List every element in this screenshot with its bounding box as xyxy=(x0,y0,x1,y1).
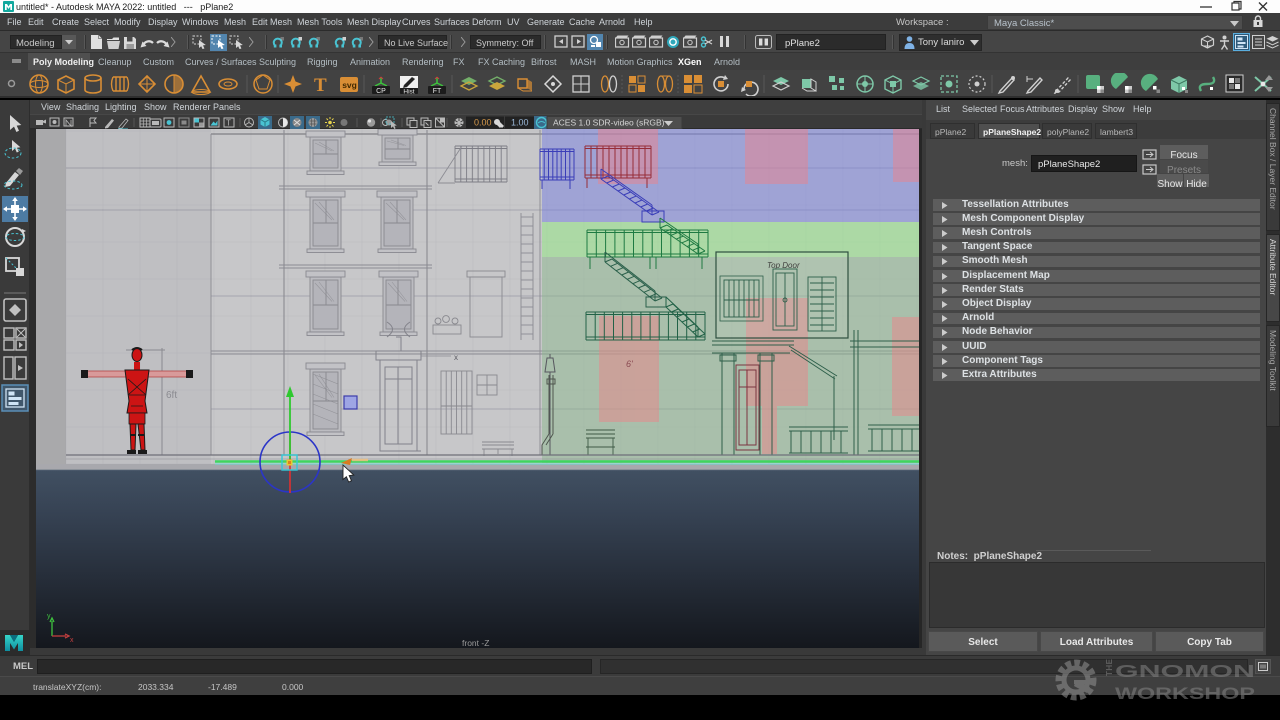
svg-text:x: x xyxy=(70,637,74,644)
svg-text:T: T xyxy=(226,119,231,128)
svg-text:Hist: Hist xyxy=(403,89,414,96)
svg-text:ACES 1.0 SDR-video (sRGB): ACES 1.0 SDR-video (sRGB) xyxy=(553,118,665,128)
svg-text:THE: THE xyxy=(1105,658,1114,676)
svg-text:6': 6' xyxy=(626,359,633,369)
svg-text:svg: svg xyxy=(342,80,357,90)
svg-text:CP: CP xyxy=(376,88,386,95)
svg-text:y: y xyxy=(47,613,51,620)
svg-text:0.00: 0.00 xyxy=(474,118,492,128)
svg-text:T: T xyxy=(314,75,327,96)
svg-text:front -Z: front -Z xyxy=(462,638,489,648)
svg-text:FT: FT xyxy=(433,88,442,95)
svg-text:1.00: 1.00 xyxy=(511,118,529,128)
svg-text:WORKSHOP: WORKSHOP xyxy=(1115,684,1255,703)
svg-text:x: x xyxy=(454,353,458,362)
svg-text:6ft: 6ft xyxy=(166,390,177,401)
svg-text:GNOMON: GNOMON xyxy=(1115,661,1255,681)
